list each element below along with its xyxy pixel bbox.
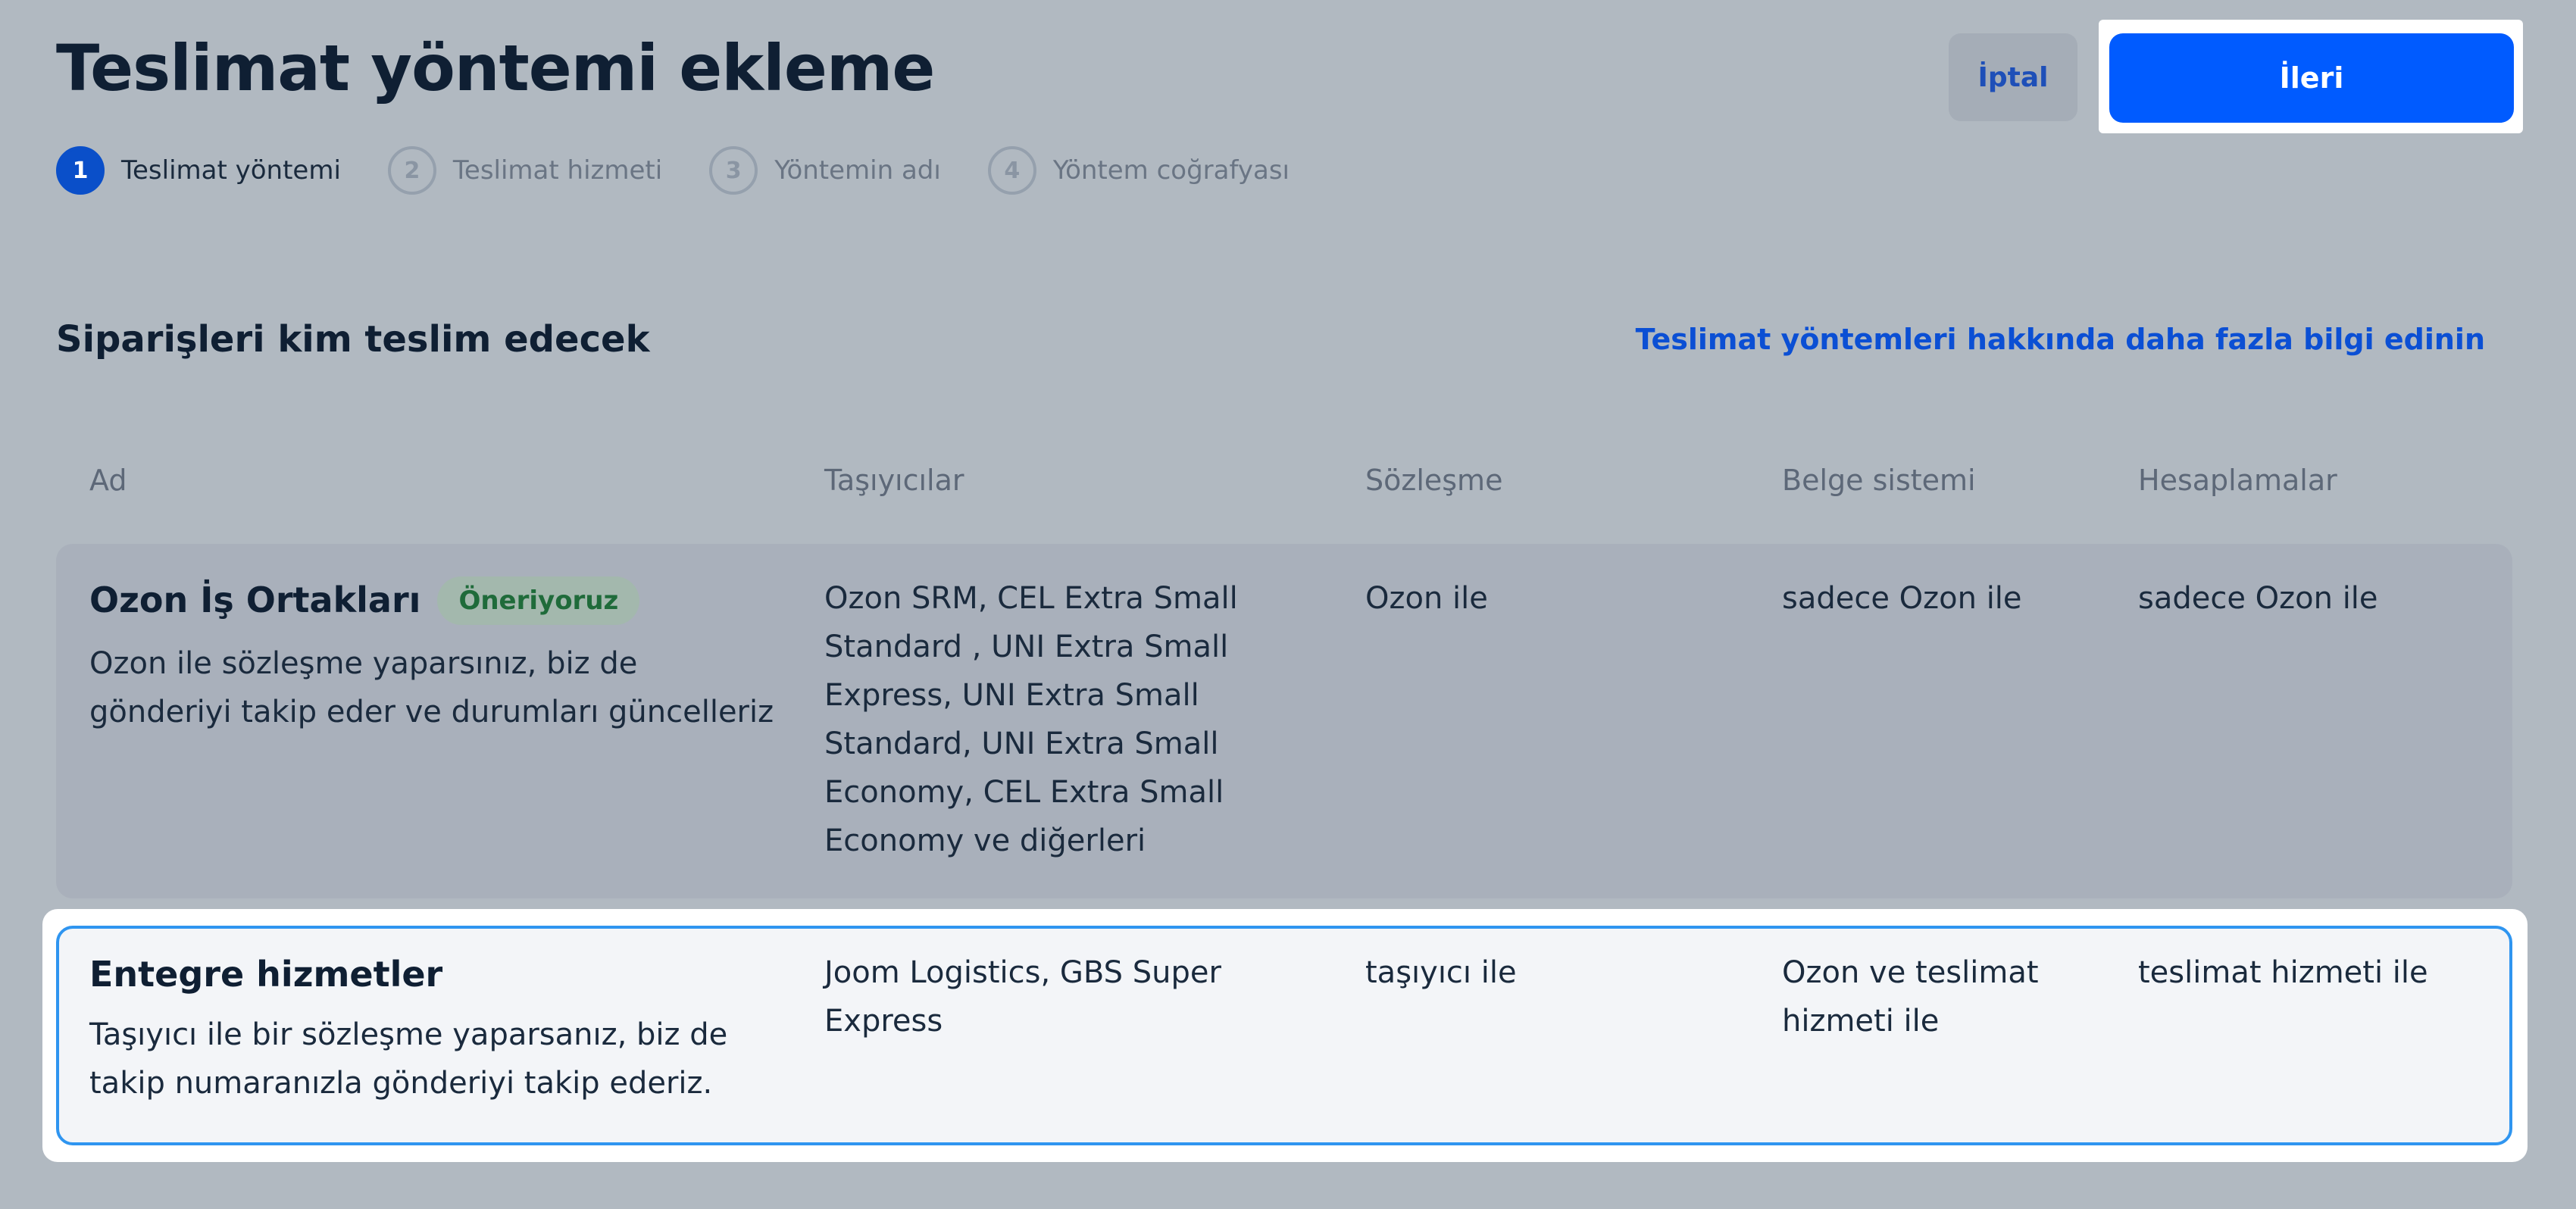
recommended-badge: Öneriyoruz (437, 576, 640, 625)
row-description: Ozon ile sözleşme yaparsınız, biz de gön… (89, 646, 774, 729)
row-name: Ozon İş Ortakları (89, 580, 421, 620)
step-number: 4 (987, 146, 1036, 195)
row-carriers: Ozon SRM, CEL Extra Small Standard , UNI… (824, 581, 1238, 858)
row-name-cell: Ozon İş Ortakları Öneriyoruz (89, 576, 786, 626)
step-delivery-method[interactable]: 1 Teslimat yöntemi (56, 146, 341, 195)
column-header-carriers: Taşıyıcılar (824, 464, 964, 497)
row-contract: taşıyıcı ile (1365, 955, 1517, 990)
row-contract: Ozon ile (1365, 581, 1488, 616)
column-header-name: Ad (89, 464, 127, 497)
row-settlements: teslimat hizmeti ile (2138, 955, 2428, 990)
stepper: 1 Teslimat yöntemi 2 Teslimat hizmeti 3 … (56, 146, 1336, 195)
page-title: Teslimat yöntemi ekleme (56, 31, 935, 105)
step-label: Teslimat yöntemi (121, 155, 341, 186)
step-number: 2 (387, 146, 436, 195)
step-number: 3 (709, 146, 758, 195)
step-label: Yöntemin adı (774, 155, 941, 186)
row-name-cell: Entegre hizmetler (89, 950, 786, 1001)
column-header-document-system: Belge sistemi (1782, 464, 1976, 497)
info-link[interactable]: Teslimat yöntemleri hakkında daha fazla … (1636, 323, 2485, 356)
row-carriers: Joom Logistics, GBS Super Express (824, 955, 1221, 1039)
next-button[interactable]: İleri (2109, 33, 2514, 123)
column-header-settlements: Hesaplamalar (2138, 464, 2337, 497)
page: Teslimat yöntemi ekleme İptal İleri 1 Te… (0, 0, 2576, 1209)
step-number: 1 (56, 146, 105, 195)
row-settlements: sadece Ozon ile (2138, 581, 2378, 616)
step-method-name[interactable]: 3 Yöntemin adı (709, 146, 941, 195)
step-method-geography[interactable]: 4 Yöntem coğrafyası (987, 146, 1290, 195)
row-name: Entegre hizmetler (89, 954, 443, 995)
table-row-ozon-partners[interactable]: Ozon İş Ortakları Öneriyoruz Ozon ile söz… (56, 544, 2512, 898)
step-delivery-service[interactable]: 2 Teslimat hizmeti (387, 146, 663, 195)
section-title: Siparişleri kim teslim edecek (56, 318, 650, 361)
cancel-button[interactable]: İptal (1949, 33, 2077, 121)
table-row-integrated-services[interactable]: Entegre hizmetler Taşıyıcı ile bir sözle… (56, 926, 2512, 1145)
row-document-system: Ozon ve teslimat hizmeti ile (1782, 955, 2039, 1039)
row-document-system: sadece Ozon ile (1782, 581, 2022, 616)
step-label: Yöntem coğrafyası (1052, 155, 1290, 186)
row-description: Taşıyıcı ile bir sözleşme yaparsanız, bi… (89, 1017, 728, 1101)
step-label: Teslimat hizmeti (452, 155, 663, 186)
column-header-contract: Sözleşme (1365, 464, 1503, 497)
